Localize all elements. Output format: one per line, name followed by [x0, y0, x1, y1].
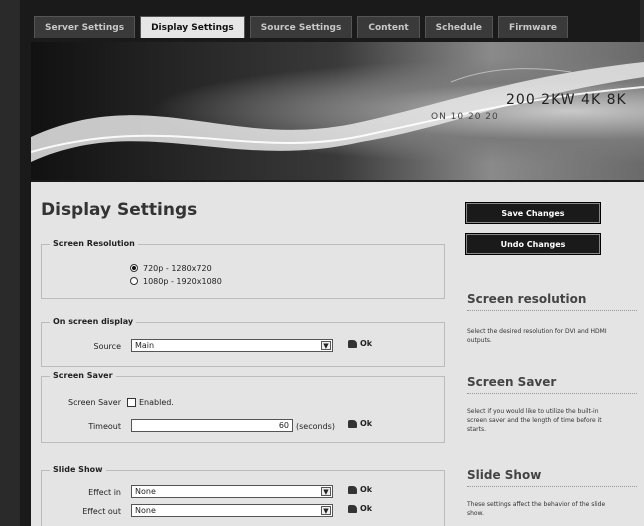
ok-label: Ok — [360, 504, 373, 513]
group-legend: Screen Saver — [50, 371, 116, 380]
ok-label: Ok — [360, 339, 373, 348]
screen-saver-row: Screen Saver Enabled. — [42, 395, 174, 409]
effect-out-label: Effect out — [82, 506, 121, 516]
chevron-down-icon[interactable]: ▼ — [321, 341, 331, 350]
divider — [467, 486, 637, 487]
ok-label: Ok — [360, 419, 373, 428]
sidebar-text-screen-saver: Select if you would like to utilize the … — [467, 408, 602, 433]
timeout-row: Timeout — [42, 419, 127, 433]
sidebar-heading-slide-show: Slide Show — [467, 468, 542, 482]
timeout-value: 60 — [278, 421, 289, 430]
slide-show-group: Slide Show Effect in None ▼ Ok Effect ou… — [41, 465, 445, 526]
gauge-scale-label: 200 2KW 4K 8K — [506, 92, 627, 108]
source-select-value: Main — [135, 341, 155, 350]
tab-source-settings[interactable]: Source Settings — [249, 16, 353, 38]
effect-in-select[interactable]: None ▼ — [131, 485, 333, 498]
radio-720p-label: 720p - 1280x720 — [143, 263, 212, 273]
source-label: Source — [93, 341, 121, 351]
tab-server-settings[interactable]: Server Settings — [34, 16, 136, 38]
divider — [467, 393, 637, 394]
effect-in-row: Effect in — [42, 485, 127, 499]
enabled-checkbox-label: Enabled. — [139, 397, 174, 407]
timeout-input[interactable]: 60 — [131, 419, 293, 432]
ok-label: Ok — [360, 485, 373, 494]
chevron-down-icon[interactable]: ▼ — [321, 487, 331, 496]
header-banner: 200 2KW 4K 8K ON 10 20 20 — [31, 42, 644, 180]
tab-content[interactable]: Content — [357, 16, 420, 38]
radio-1080p-label: 1080p - 1920x1080 — [143, 276, 222, 286]
resolution-option-1080p[interactable]: 1080p - 1920x1080 — [130, 274, 222, 288]
sidebar-heading-screen-saver: Screen Saver — [467, 375, 557, 389]
chevron-down-icon[interactable]: ▼ — [321, 506, 331, 515]
source-row: Source — [42, 339, 127, 353]
resolution-option-720p[interactable]: 720p - 1280x720 — [130, 261, 212, 275]
timeout-unit: (seconds) — [296, 421, 335, 431]
thumbs-up-icon — [348, 485, 357, 494]
sidebar-text-screen-resolution: Select the desired resolution for DVI an… — [467, 328, 607, 344]
radio-720p[interactable] — [130, 264, 138, 272]
timeout-unit-row: (seconds) — [296, 419, 335, 433]
effect-in-ok-button[interactable]: Ok — [348, 485, 372, 494]
screen-resolution-group: Screen Resolution 720p - 1280x720 1080p … — [41, 239, 445, 299]
tab-schedule[interactable]: Schedule — [424, 16, 494, 38]
group-legend: Slide Show — [50, 465, 106, 474]
tab-firmware[interactable]: Firmware — [498, 16, 569, 38]
timeout-label: Timeout — [88, 421, 121, 431]
effect-in-value: None — [135, 487, 156, 496]
tab-display-settings[interactable]: Display Settings — [140, 16, 245, 38]
on-screen-display-group: On screen display Source Main ▼ Ok — [41, 317, 445, 367]
thumbs-up-icon — [348, 419, 357, 428]
undo-changes-button[interactable]: Undo Changes — [465, 233, 601, 255]
screensaver-ok-button[interactable]: Ok — [348, 419, 372, 428]
effect-out-value: None — [135, 506, 156, 515]
effect-out-row: Effect out — [42, 504, 127, 518]
source-select[interactable]: Main ▼ — [131, 339, 333, 352]
enabled-checkbox[interactable] — [127, 397, 136, 407]
screen-saver-group: Screen Saver Screen Saver Enabled. Timeo… — [41, 371, 445, 443]
group-legend: Screen Resolution — [50, 239, 138, 248]
thumbs-up-icon — [348, 339, 357, 348]
radio-1080p[interactable] — [130, 277, 138, 285]
sidebar-heading-screen-resolution: Screen resolution — [467, 292, 587, 306]
source-ok-button[interactable]: Ok — [348, 339, 372, 348]
light-swoosh-graphic — [31, 62, 644, 162]
group-legend: On screen display — [50, 317, 137, 326]
effect-in-label: Effect in — [88, 487, 121, 497]
gauge-scale-numbers: ON 10 20 20 — [431, 112, 499, 122]
divider — [467, 310, 637, 311]
thumbs-up-icon — [348, 504, 357, 513]
main-content: Display Settings Screen Resolution 720p … — [31, 182, 644, 526]
screen-saver-label: Screen Saver — [68, 397, 121, 407]
page-title: Display Settings — [41, 200, 198, 220]
save-changes-button[interactable]: Save Changes — [465, 202, 601, 224]
sidebar-text-slide-show: These settings affect the behavior of th… — [467, 501, 606, 517]
tab-bar: Server Settings Display Settings Source … — [34, 16, 569, 38]
effect-out-select[interactable]: None ▼ — [131, 504, 333, 517]
effect-out-ok-button[interactable]: Ok — [348, 504, 372, 513]
